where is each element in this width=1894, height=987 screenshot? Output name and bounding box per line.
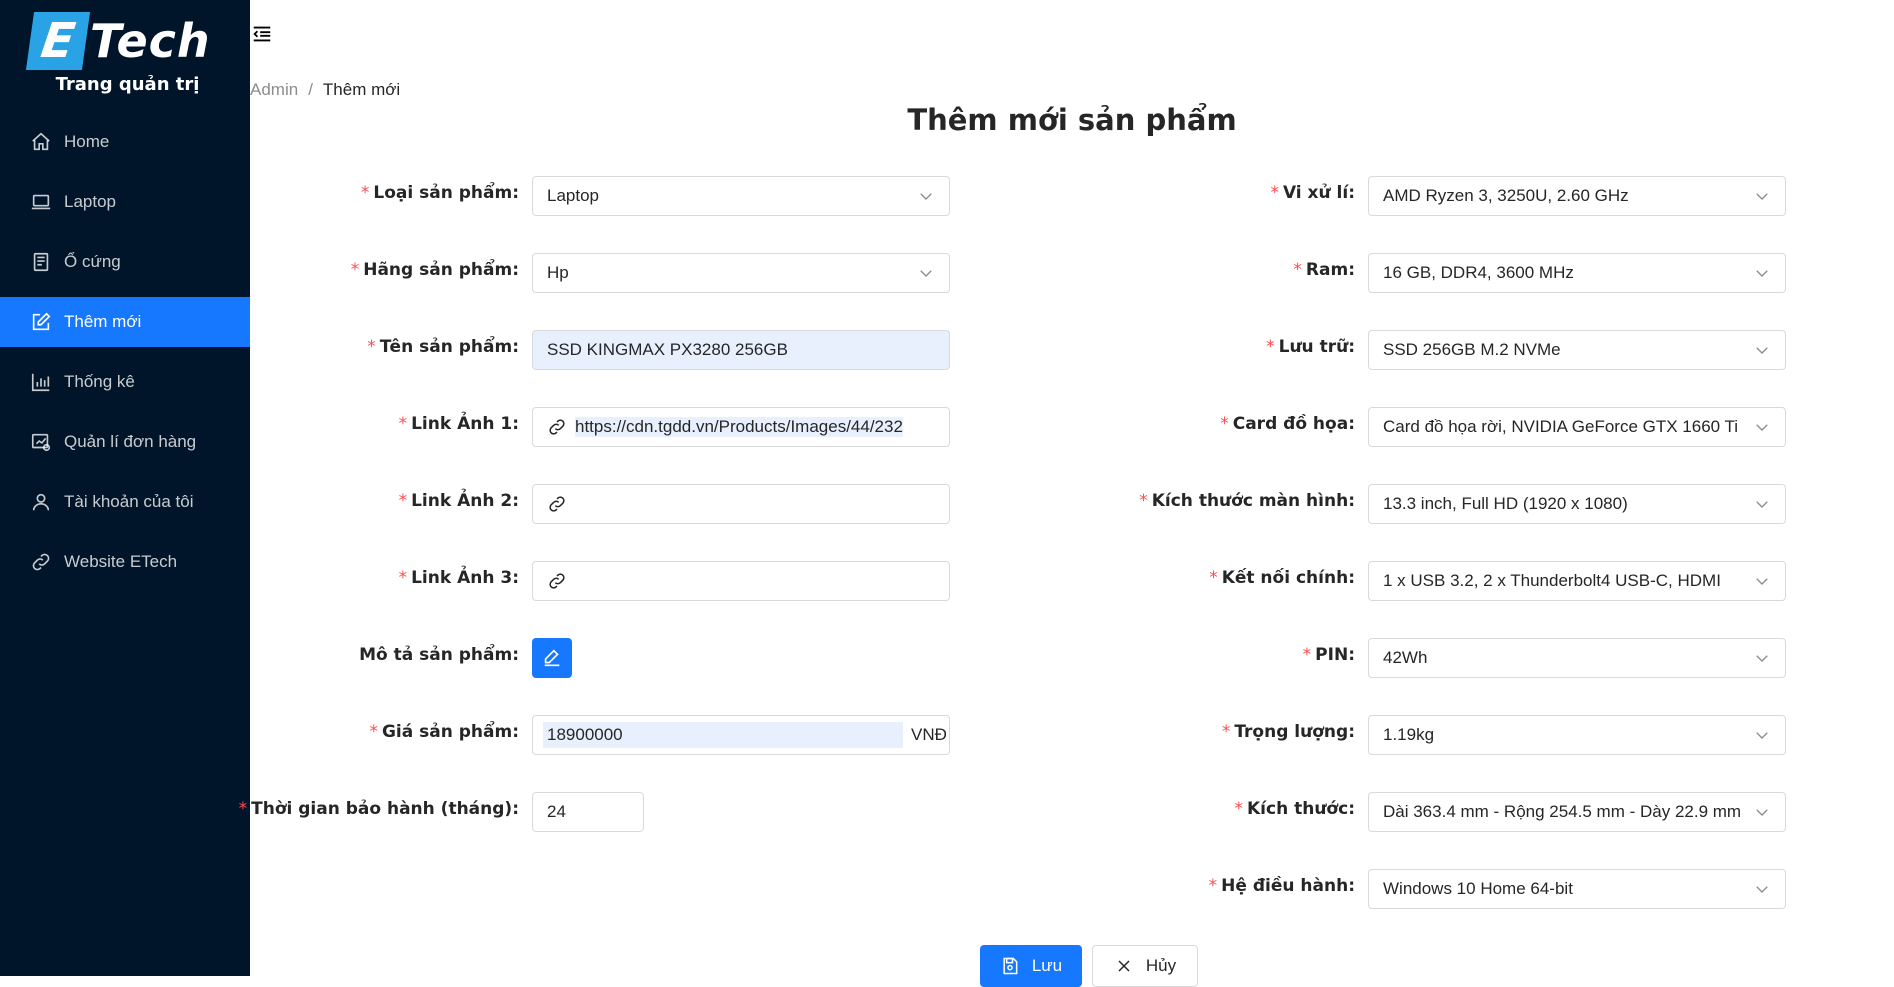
brand-select[interactable]: Hp (532, 253, 950, 293)
ram-select[interactable]: 16 GB, DDR4, 3600 MHz (1368, 253, 1786, 293)
brand-label: * Hãng sản phẩm: (350, 260, 519, 280)
chevron-down-icon (1753, 495, 1771, 513)
sidebar-item-statistics[interactable]: Thống kê (0, 357, 250, 407)
chevron-down-icon (917, 264, 935, 282)
sidebar-item-label: Thêm mới (64, 312, 142, 331)
sidebar-item-label: Website ETech (64, 552, 178, 571)
weight-select[interactable]: 1.19kg (1368, 715, 1786, 755)
save-icon (1003, 957, 1018, 975)
cpu-label: * Vi xử lí: (1270, 183, 1355, 203)
image3-input[interactable] (532, 561, 950, 601)
product-name-input[interactable]: SSD KINGMAX PX3280 256GB (532, 330, 950, 370)
save-button[interactable]: Lưu (980, 945, 1082, 987)
sidebar-item-account[interactable]: Tài khoản của tôi (0, 477, 250, 527)
sidebar-item-drive[interactable]: Ổ cứng (0, 237, 250, 287)
ports-label: * Kết nối chính: (1209, 568, 1355, 588)
edit-description-button[interactable] (532, 638, 572, 678)
weight-label: * Trọng lượng: (1221, 722, 1355, 742)
link-icon (547, 571, 567, 591)
cpu-select[interactable]: AMD Ryzen 3, 3250U, 2.60 GHz (1368, 176, 1786, 216)
image2-label: * Link Ảnh 2: (398, 491, 519, 511)
image3-label: * Link Ảnh 3: (398, 568, 519, 588)
sidebar-item-label: Home (64, 132, 110, 151)
product-name-label: * Tên sản phẩm: (367, 337, 519, 357)
chevron-down-icon (1753, 880, 1771, 898)
chevron-down-icon (1753, 341, 1771, 359)
chevron-down-icon (1753, 649, 1771, 667)
link-icon (547, 417, 567, 437)
dimensions-label: * Kích thước: (1234, 799, 1356, 819)
image1-input[interactable]: https://cdn.tgdd.vn/Products/Images/44/2… (532, 407, 950, 447)
sidebar-item-label: Quản lí đơn hàng (64, 432, 197, 451)
logo-letter: E (25, 12, 91, 70)
edit-icon (544, 649, 560, 667)
warranty-input[interactable]: 24 (532, 792, 644, 832)
sidebar-item-label: Thống kê (64, 372, 135, 391)
warranty-label: * Thời gian bảo hành (tháng): (238, 799, 519, 819)
chevron-down-icon (1753, 803, 1771, 821)
sidebar-item-label: Laptop (64, 192, 116, 211)
breadcrumb: Admin / Thêm mới (250, 80, 400, 100)
sidebar-item-add-new[interactable]: Thêm mới (0, 297, 250, 347)
sidebar-item-orders[interactable]: Quản lí đơn hàng (0, 417, 250, 467)
description-label: Mô tả sản phẩm: (359, 645, 519, 665)
chevron-down-icon (917, 187, 935, 205)
sidebar-menu: Home Laptop Ổ cứng Thêm mới Thống kê Quả… (0, 117, 250, 597)
battery-label: * PIN: (1302, 645, 1355, 665)
sidebar-item-label: Ổ cứng (64, 252, 121, 271)
battery-select[interactable]: 42Wh (1368, 638, 1786, 678)
sidebar-item-laptop[interactable]: Laptop (0, 177, 250, 227)
breadcrumb-separator: / (308, 80, 313, 99)
ram-label: * Ram: (1293, 260, 1355, 280)
edit-icon (30, 311, 52, 333)
chevron-down-icon (1753, 726, 1771, 744)
sidebar: E Tech Trang quản trị Home Laptop Ổ cứng… (0, 0, 250, 976)
home-icon (30, 131, 52, 153)
page-title: Thêm mới sản phẩm (907, 103, 1237, 137)
currency-suffix: VNĐ (911, 725, 947, 744)
gpu-select[interactable]: Card đồ họa rời, NVIDIA GeForce GTX 1660… (1368, 407, 1786, 447)
sidebar-item-label: Tài khoản của tôi (64, 492, 194, 511)
close-icon (1118, 960, 1130, 972)
os-label: * Hệ điều hành: (1208, 876, 1355, 896)
ports-select[interactable]: 1 x USB 3.2, 2 x Thunderbolt4 USB-C, HDM… (1368, 561, 1786, 601)
image2-input[interactable] (532, 484, 950, 524)
product-type-select[interactable]: Laptop (532, 176, 950, 216)
storage-select[interactable]: SSD 256GB M.2 NVMe (1368, 330, 1786, 370)
storage-label: * Lưu trữ: (1266, 337, 1355, 357)
price-label: * Giá sản phẩm: (369, 722, 519, 742)
chevron-down-icon (1753, 264, 1771, 282)
image1-label: * Link Ảnh 1: (398, 414, 519, 434)
chart-icon (30, 371, 52, 393)
drive-icon (30, 251, 52, 273)
gpu-label: * Card đồ họa: (1220, 414, 1355, 434)
menu-fold-icon[interactable] (251, 23, 273, 45)
sidebar-item-home[interactable]: Home (0, 117, 250, 167)
admin-subtitle: Trang quản trị (55, 74, 200, 95)
orders-icon (30, 431, 52, 453)
os-select[interactable]: Windows 10 Home 64-bit (1368, 869, 1786, 909)
save-button-label: Lưu (1031, 956, 1063, 975)
image1-value: https://cdn.tgdd.vn/Products/Images/44/2… (575, 417, 903, 437)
etech-logo[interactable]: E Tech (25, 12, 220, 70)
chevron-down-icon (1753, 418, 1771, 436)
logo-text: Tech (90, 14, 211, 68)
breadcrumb-admin[interactable]: Admin (250, 80, 298, 99)
laptop-icon (30, 191, 52, 213)
screen-select[interactable]: 13.3 inch, Full HD (1920 x 1080) (1368, 484, 1786, 524)
chevron-down-icon (1753, 572, 1771, 590)
sidebar-item-website[interactable]: Website ETech (0, 537, 250, 587)
link-icon (547, 494, 567, 514)
cancel-button[interactable]: Hủy (1092, 945, 1198, 987)
dimensions-select[interactable]: Dài 363.4 mm - Rộng 254.5 mm - Dày 22.9 … (1368, 792, 1786, 832)
screen-label: * Kích thước màn hình: (1139, 491, 1355, 511)
breadcrumb-current: Thêm mới (322, 80, 401, 99)
link-icon (30, 551, 52, 573)
cancel-button-label: Hủy (1145, 956, 1177, 975)
chevron-down-icon (1753, 187, 1771, 205)
user-icon (30, 491, 52, 513)
product-type-label: * Loại sản phẩm: (360, 183, 519, 203)
price-input[interactable]: 18900000 VNĐ (532, 715, 950, 755)
